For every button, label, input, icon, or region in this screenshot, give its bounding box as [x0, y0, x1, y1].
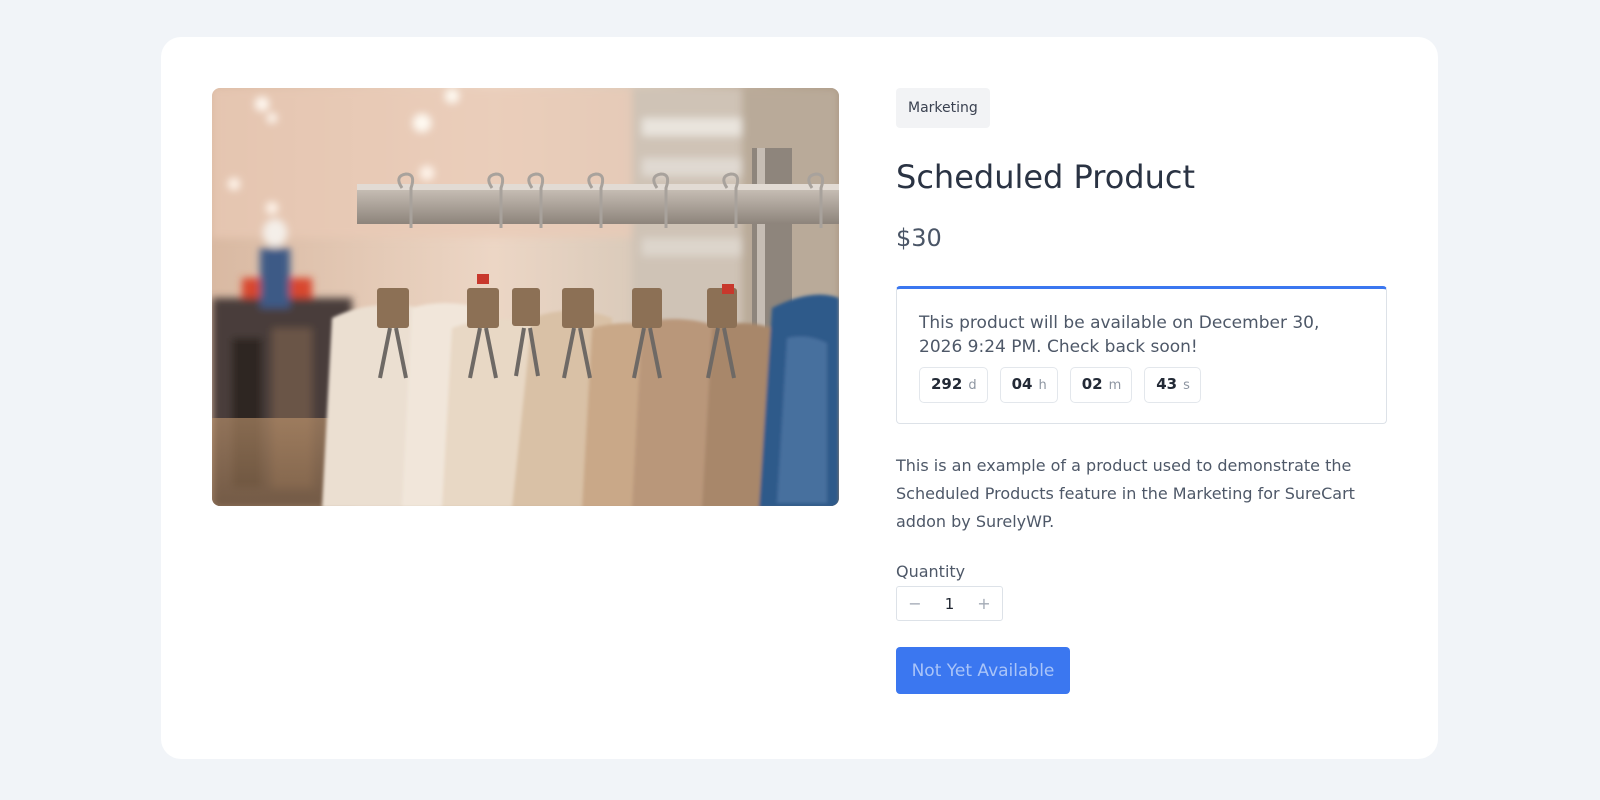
countdown-days-value: 292: [931, 375, 963, 393]
countdown-seconds-unit: s: [1183, 378, 1190, 393]
quantity-label: Quantity: [896, 562, 966, 581]
product-price: $30: [896, 224, 942, 252]
countdown-hours-value: 04: [1011, 375, 1033, 393]
countdown-days: 292 d: [919, 367, 988, 403]
countdown-days-unit: d: [968, 378, 977, 393]
countdown-hours: 04 h: [999, 367, 1058, 403]
countdown-timer: 292 d 04 h 02 m 43 s: [919, 367, 1364, 403]
product-card: Marketing Scheduled Product $30 This pro…: [161, 37, 1438, 759]
countdown-minutes-unit: m: [1108, 378, 1122, 393]
product-description: This is an example of a product used to …: [896, 456, 1355, 531]
plus-icon[interactable]: +: [966, 587, 1002, 620]
quantity-stepper: − 1 +: [896, 586, 1003, 621]
countdown-hours-unit: h: [1038, 378, 1047, 393]
countdown-seconds-value: 43: [1156, 375, 1178, 393]
countdown-seconds: 43 s: [1144, 367, 1201, 403]
countdown-minutes: 02 m: [1069, 367, 1133, 403]
availability-message: This product will be available on Decemb…: [919, 313, 1320, 357]
product-details: Marketing Scheduled Product $30 This pro…: [896, 88, 1387, 694]
minus-icon[interactable]: −: [897, 587, 933, 620]
countdown-minutes-value: 02: [1081, 375, 1103, 393]
product-title: Scheduled Product: [896, 158, 1196, 196]
category-badge[interactable]: Marketing: [896, 88, 990, 128]
quantity-input[interactable]: 1: [933, 595, 966, 613]
availability-notice: This product will be available on Decemb…: [896, 286, 1387, 424]
not-yet-available-button[interactable]: Not Yet Available: [896, 647, 1070, 694]
product-image: [212, 88, 839, 506]
